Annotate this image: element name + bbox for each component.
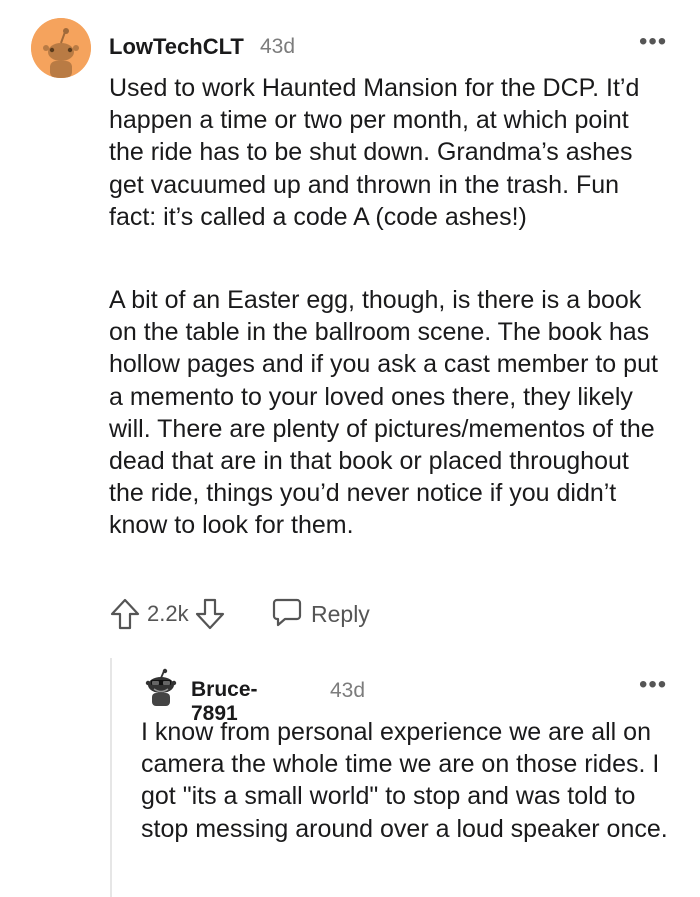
speech-bubble-icon	[271, 596, 303, 633]
comment-paragraph: Used to work Haunted Mansion for the DCP…	[109, 74, 640, 231]
more-options-icon[interactable]: •••	[639, 673, 667, 697]
upvote-arrow-icon[interactable]	[109, 597, 141, 631]
reply-label: Reply	[311, 600, 370, 627]
avatar[interactable]	[31, 18, 91, 78]
snoo-avatar-icon	[31, 18, 91, 78]
reply-button[interactable]: Reply	[271, 596, 370, 632]
more-options-icon[interactable]: •••	[639, 30, 667, 54]
vote-score: 2.2k	[147, 601, 189, 626]
thread-line[interactable]	[110, 658, 112, 897]
avatar[interactable]	[142, 668, 180, 706]
vote-controls: 2.2k	[109, 596, 226, 632]
reply-age: 43d	[330, 679, 366, 702]
comment-paragraph: A bit of an Easter egg, though, is there…	[109, 286, 658, 540]
reply-body: I know from personal experience we are a…	[141, 718, 668, 843]
snoo-avatar-icon	[145, 668, 177, 706]
downvote-arrow-icon[interactable]	[194, 597, 226, 631]
comment-age: 43d	[260, 35, 296, 58]
comment-author[interactable]: LowTechCLT	[109, 34, 244, 60]
